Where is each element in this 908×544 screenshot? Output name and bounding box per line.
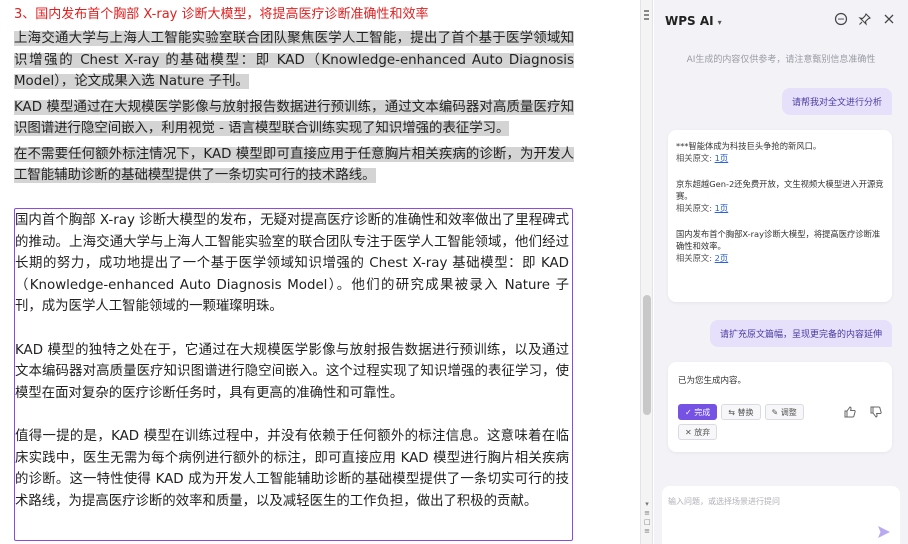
discard-button[interactable]: ✕ 放弃 bbox=[678, 424, 718, 440]
wps-ai-panel: WPS AI ▾ AI生成的内容仅供参考，请注意甄别信息准确性 请帮我对全文进行分… bbox=[654, 0, 908, 544]
disclaimer-text: AI生成的内容仅供参考，请注意甄别信息准确性 bbox=[686, 55, 876, 65]
pin-icon[interactable] bbox=[858, 12, 872, 26]
source-page-link[interactable]: 1页 bbox=[715, 153, 729, 163]
result-status-text: 已为您生成内容。 bbox=[678, 376, 747, 386]
thumbs-down-icon[interactable] bbox=[870, 406, 882, 421]
question-input[interactable] bbox=[668, 492, 868, 510]
document-page[interactable]: 3、国内发布首个胸部 X-ray 诊断大模型，将提高医疗诊断准确性和效率 上海交… bbox=[14, 4, 574, 191]
page-nav-icon[interactable]: ▾ ≡ □ ≡ bbox=[644, 500, 651, 536]
generated-paragraph-3[interactable]: 值得一提的是，KAD 模型在训练过程中，并没有依赖于任何额外的标注信息。这意味着… bbox=[15, 426, 569, 512]
feedback-icons bbox=[844, 406, 882, 421]
user-message-expand: 请扩充原文篇幅，呈现更完备的内容延伸 bbox=[709, 320, 892, 347]
ai-generated-content-box[interactable]: 国内首个胸部 X-ray 诊断大模型的发布，无疑对提高医疗诊断的准确性和效率做出… bbox=[14, 208, 573, 541]
replace-button[interactable]: ⇆ 替换 bbox=[721, 404, 761, 420]
analysis-entry: ***智能体成为科技巨头争抢的新风口。 相关原文: 1页 bbox=[676, 141, 822, 163]
chevron-down-icon: ▾ bbox=[717, 18, 722, 27]
generated-paragraph-1[interactable]: 国内首个胸部 X-ray 诊断大模型的发布，无疑对提高医疗诊断的准确性和效率做出… bbox=[15, 210, 569, 318]
highlighted-paragraph-2[interactable]: KAD 模型通过在大规模医学影像与放射报告数据进行预训练，通过文本编码器对高质量… bbox=[14, 97, 574, 140]
generation-result-card: 已为您生成内容。 ✓ 完成 ⇆ 替换 ✎ 调整 ✕ 放弃 bbox=[668, 362, 892, 452]
source-page-link[interactable]: 1页 bbox=[715, 203, 729, 213]
result-actions: ✓ 完成 ⇆ 替换 ✎ 调整 ✕ 放弃 bbox=[678, 404, 828, 440]
drag-grip-icon[interactable] bbox=[644, 10, 649, 24]
analysis-entry: 国内发布首个胸部X-ray诊断大模型，将提高医疗诊断准确性和效率。 相关原文: … bbox=[676, 229, 881, 263]
article-heading: 3、国内发布首个胸部 X-ray 诊断大模型，将提高医疗诊断准确性和效率 bbox=[14, 7, 429, 22]
document-area[interactable]: 3、国内发布首个胸部 X-ray 诊断大模型，将提高医疗诊断准确性和效率 上海交… bbox=[0, 0, 640, 544]
chat-input-area bbox=[662, 486, 900, 544]
analysis-result-card: ***智能体成为科技巨头争抢的新风口。 相关原文: 1页 京东超越Gen-2还免… bbox=[668, 130, 892, 302]
panel-header: WPS AI ▾ bbox=[654, 0, 908, 40]
scrollbar-thumb[interactable] bbox=[643, 295, 651, 415]
adjust-button[interactable]: ✎ 调整 bbox=[764, 404, 804, 420]
panel-title-dropdown[interactable]: WPS AI ▾ bbox=[665, 14, 722, 28]
done-button[interactable]: ✓ 完成 bbox=[678, 404, 718, 420]
source-page-link[interactable]: 2页 bbox=[715, 253, 729, 263]
vertical-scrollbar[interactable]: ▾ ≡ □ ≡ bbox=[640, 0, 653, 544]
chat-history-icon[interactable] bbox=[834, 12, 848, 26]
generated-paragraph-2[interactable]: KAD 模型的独特之处在于，它通过在大规模医学影像与放射报告数据进行预训练，以及… bbox=[15, 340, 569, 405]
analysis-entry: 京东超越Gen-2还免费开放，文生视频大模型进入开源竞赛。 相关原文: 1页 bbox=[676, 179, 884, 213]
send-icon[interactable] bbox=[876, 524, 892, 540]
highlighted-paragraph-3[interactable]: 在不需要任何额外标注情况下，KAD 模型即可直接应用于任意胸片相关疾病的诊断，为… bbox=[14, 144, 574, 187]
close-icon[interactable] bbox=[882, 12, 896, 26]
highlighted-paragraph-1[interactable]: 上海交通大学与上海人工智能实验室联合团队聚焦医学人工智能，提出了首个基于医学领域… bbox=[14, 28, 574, 93]
thumbs-up-icon[interactable] bbox=[844, 406, 856, 421]
user-message-analyze: 请帮我对全文进行分析 bbox=[781, 88, 892, 115]
header-icons bbox=[834, 12, 896, 26]
